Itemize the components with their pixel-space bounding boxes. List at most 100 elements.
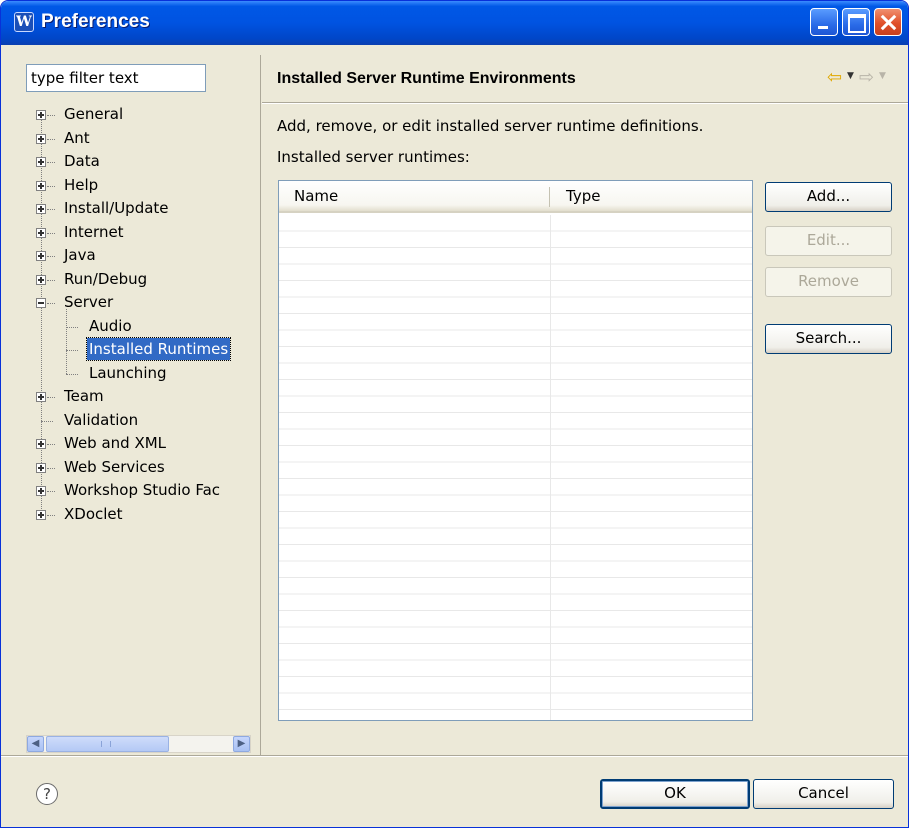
tree-item[interactable]: Web Services	[26, 456, 251, 480]
add-button[interactable]: Add...	[765, 182, 892, 212]
tree-item-label: Install/Update	[64, 199, 169, 217]
maximize-button[interactable]	[842, 8, 870, 36]
title-bar[interactable]: W Preferences	[1, 1, 908, 45]
tree-item-label: Audio	[89, 316, 132, 335]
tree-item[interactable]: Audio	[26, 315, 251, 339]
tree-connector	[47, 444, 55, 445]
tree-item[interactable]: Workshop Studio Fac	[26, 479, 251, 503]
tree-connector	[47, 232, 55, 234]
column-header-name[interactable]: Name	[294, 187, 338, 205]
tree-item-label: XDoclet	[64, 504, 123, 523]
table-body[interactable]	[279, 215, 752, 720]
forward-arrow-icon: ⇨	[859, 67, 875, 88]
tree-item-label: Launching	[89, 363, 167, 382]
scroll-left-icon[interactable]: ◀	[27, 736, 44, 752]
back-dropdown-icon[interactable]: ▼	[847, 71, 854, 81]
help-icon[interactable]: ?	[36, 783, 58, 805]
scroll-thumb[interactable]	[46, 736, 169, 752]
preference-tree[interactable]: General Ant Data Help Install/Update Internet…	[26, 103, 251, 733]
tree-item-label: Web Services	[64, 457, 165, 476]
tree-item-label: Ant	[64, 128, 90, 147]
preference-navigation: General Ant Data Help Install/Update Internet…	[26, 63, 253, 753]
edit-button[interactable]: Edit...	[765, 226, 892, 256]
tree-item-label: Workshop Studio Fac	[64, 481, 221, 499]
tree-item-label: Java	[64, 246, 96, 264]
tree-connector	[47, 397, 55, 398]
expand-icon[interactable]	[36, 227, 46, 238]
tree-connector	[47, 162, 55, 163]
tree-connector	[47, 303, 55, 304]
tree-connector	[47, 256, 55, 257]
expand-icon[interactable]	[36, 133, 46, 144]
tree-item[interactable]: Installed Runtimes	[26, 337, 251, 362]
tree-connector	[66, 326, 78, 328]
tree-connector	[47, 491, 55, 492]
filter-input[interactable]	[26, 64, 206, 92]
tree-item-label: Team	[64, 387, 104, 405]
tree-item-label: Validation	[64, 410, 139, 429]
tree-item-label: Data	[64, 152, 100, 170]
window-title: Preferences	[41, 11, 150, 32]
expand-icon[interactable]	[36, 462, 46, 473]
tree-item[interactable]: Install/Update	[26, 197, 251, 221]
collapse-icon[interactable]	[36, 298, 46, 308]
tree-item[interactable]: Run/Debug	[26, 268, 251, 292]
ok-button[interactable]: OK	[600, 779, 750, 809]
tree-item[interactable]: General	[26, 103, 251, 127]
tree-connector	[47, 209, 55, 210]
close-button[interactable]	[874, 8, 902, 36]
expand-icon[interactable]	[36, 204, 46, 214]
tree-item[interactable]: Web and XML	[26, 432, 251, 456]
forward-dropdown-icon: ▼	[879, 71, 886, 81]
tree-connector	[47, 185, 55, 187]
tree-item[interactable]: Validation	[26, 409, 251, 433]
tree-item[interactable]: Data	[26, 150, 251, 174]
tree-item-label: Internet	[64, 222, 124, 241]
expand-icon[interactable]	[36, 110, 46, 120]
tree-connector	[47, 514, 55, 516]
tree-horizontal-scrollbar[interactable]: ◀ ▶	[26, 735, 251, 753]
expand-icon[interactable]	[36, 392, 46, 402]
column-header-type[interactable]: Type	[566, 187, 600, 205]
tree-item-label: Server	[64, 293, 114, 311]
page-description: Add, remove, or edit installed server ru…	[277, 117, 704, 135]
tree-item[interactable]: Ant	[26, 127, 251, 151]
expand-icon[interactable]	[36, 180, 46, 191]
cancel-button[interactable]: Cancel	[753, 779, 894, 809]
remove-button[interactable]: Remove	[765, 267, 892, 297]
tree-item[interactable]: Help	[26, 174, 251, 198]
scroll-right-icon[interactable]: ▶	[233, 736, 250, 752]
tree-item[interactable]: Internet	[26, 221, 251, 245]
tree-item-label: Web and XML	[64, 434, 167, 452]
minimize-button[interactable]	[810, 8, 838, 36]
expand-icon[interactable]	[36, 439, 46, 449]
runtimes-table[interactable]: Name Type	[278, 180, 753, 721]
table-label: Installed server runtimes:	[277, 148, 470, 166]
table-header: Name Type	[279, 181, 752, 213]
tree-item[interactable]: XDoclet	[26, 503, 251, 527]
tree-item-label: General	[64, 105, 124, 123]
tree-connector	[47, 138, 55, 140]
tree-connector	[66, 373, 78, 375]
tree-connector	[47, 467, 55, 469]
page-title: Installed Server Runtime Environments	[277, 70, 576, 87]
back-arrow-icon[interactable]: ⇦	[827, 67, 842, 88]
tree-item[interactable]: Team	[26, 385, 251, 409]
search-button[interactable]: Search...	[765, 324, 892, 354]
tree-connector	[47, 279, 55, 281]
expand-icon[interactable]	[36, 251, 46, 261]
app-icon: W	[14, 12, 34, 32]
tree-connector	[66, 350, 78, 351]
expand-icon[interactable]	[36, 157, 46, 167]
column-separator[interactable]	[549, 187, 550, 207]
button-bar-separator	[1, 755, 908, 757]
expand-icon[interactable]	[36, 274, 46, 285]
panel-divider[interactable]	[260, 55, 261, 755]
tree-item[interactable]: Launching	[26, 362, 251, 386]
expand-icon[interactable]	[36, 509, 46, 520]
tree-item[interactable]: Java	[26, 244, 251, 268]
header-separator	[262, 102, 908, 104]
tree-connector	[47, 115, 55, 116]
expand-icon[interactable]	[36, 486, 46, 496]
tree-item[interactable]: Server	[26, 291, 251, 315]
